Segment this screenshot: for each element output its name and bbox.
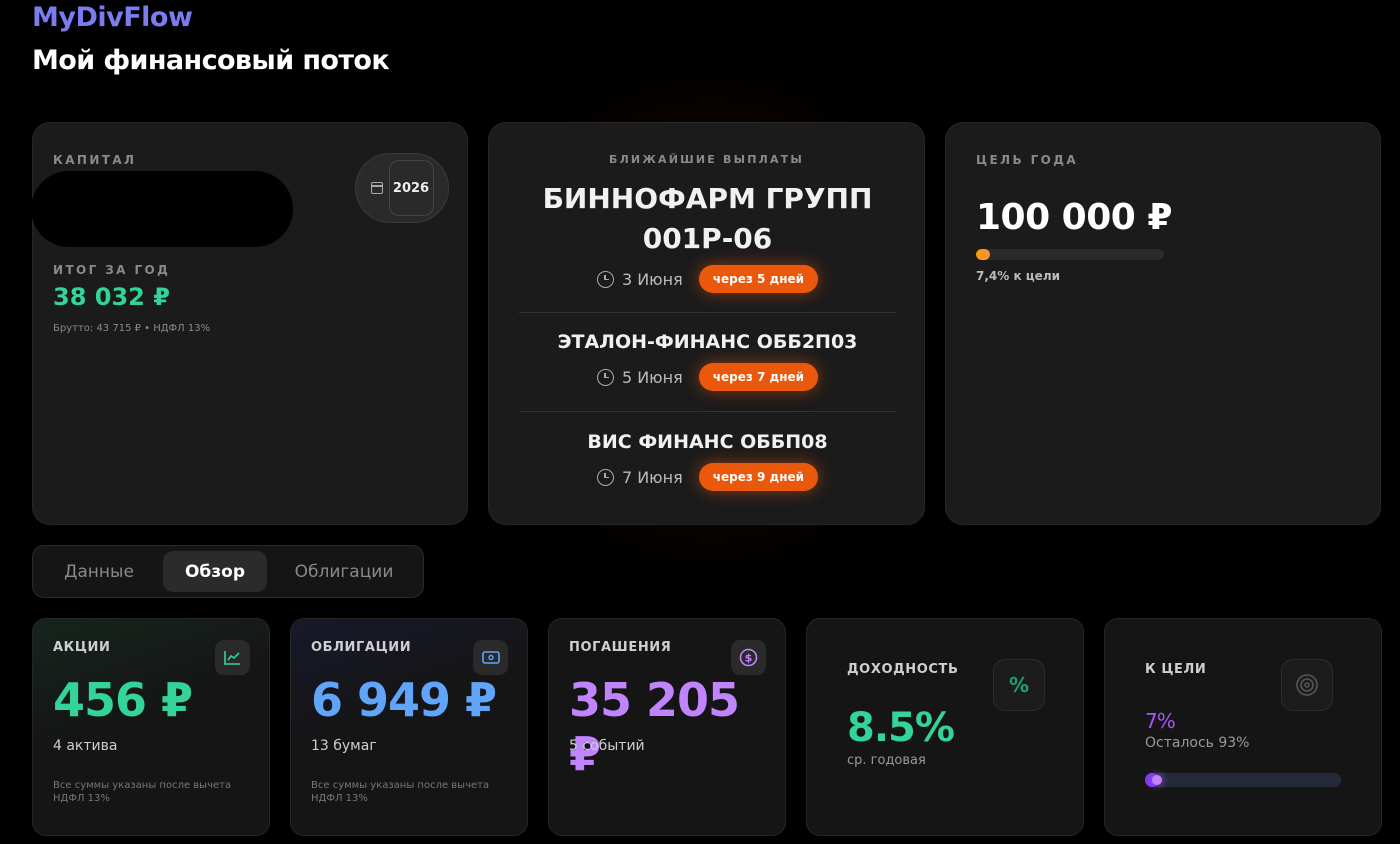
cash-icon [473, 640, 508, 675]
stat-value: 7% [1145, 709, 1176, 733]
stat-title: АКЦИИ [53, 640, 111, 655]
year-value: 2026 [388, 160, 434, 216]
page: MyDivFlow Мой финансовый поток КАПИТАЛ 2… [0, 0, 1400, 844]
year-sum-label: ИТОГ ЗА ГОД [53, 263, 171, 277]
payout-countdown-badge: через 5 дней [698, 265, 819, 293]
stat-title: К ЦЕЛИ [1145, 662, 1207, 677]
payout-date: 7 Июня [621, 467, 683, 487]
yield-stat-card: ДОХОДНОСТЬ % 8.5% ср. годовая [806, 618, 1084, 836]
stat-subtitle: ср. годовая [847, 753, 926, 768]
stat-title: ДОХОДНОСТЬ [847, 662, 959, 677]
payout-countdown-badge: через 7 дней [698, 363, 819, 391]
year-selector[interactable]: 2026 [355, 153, 449, 223]
percent-icon: % [993, 659, 1045, 711]
capital-value-redacted [31, 171, 293, 247]
stat-title: ОБЛИГАЦИИ [311, 640, 412, 655]
goal-progress-text: 7,4% к цели [976, 269, 1061, 283]
payout-name: ВИС ФИНАНС ОББП08 [587, 431, 828, 453]
stat-value: 35 205 ₽ [569, 673, 740, 781]
tab-overview[interactable]: Обзор [163, 551, 267, 592]
payout-item: ЭТАЛОН-ФИНАНС ОББ2П03 5 Июня через 7 дне… [519, 329, 896, 391]
payout-item: БИННОФАРМ ГРУПП 001Р-06 3 Июня через 5 д… [519, 179, 896, 293]
payout-countdown-badge: через 9 дней [698, 463, 819, 491]
tab-data[interactable]: Данные [37, 551, 161, 592]
goal-card: ЦЕЛЬ ГОДА 100 000 ₽ 7,4% к цели [945, 122, 1381, 525]
payout-name: БИННОФАРМ ГРУПП 001Р-06 [542, 182, 873, 255]
stat-note: Все суммы указаны после вычета НДФЛ 13% [53, 780, 232, 804]
stat-note: Все суммы указаны после вычета НДФЛ 13% [311, 780, 490, 804]
capital-label: КАПИТАЛ [53, 153, 137, 167]
goal-progress-fill [976, 249, 990, 260]
stat-value: 456 ₽ [53, 673, 193, 727]
svg-text:$: $ [745, 652, 753, 665]
divider [519, 411, 896, 412]
stat-subtitle: 5 событий [569, 738, 645, 754]
payouts-card: БЛИЖАЙШИЕ ВЫПЛАТЫ БИННОФАРМ ГРУПП 001Р-0… [488, 122, 925, 525]
to-goal-progress-bar [1145, 773, 1341, 787]
stat-title: ПОГАШЕНИЯ [569, 640, 672, 655]
clock-icon [596, 368, 614, 386]
payout-date: 3 Июня [621, 269, 683, 289]
stat-value: 8.5% [847, 705, 955, 751]
divider [519, 312, 896, 313]
goal-value: 100 000 ₽ [976, 197, 1172, 238]
redemptions-stat-card: ПОГАШЕНИЯ $ 35 205 ₽ 5 событий [548, 618, 786, 836]
target-icon [1281, 659, 1333, 711]
payouts-label: БЛИЖАЙШИЕ ВЫПЛАТЫ [609, 153, 804, 166]
to-goal-progress-knob [1151, 775, 1162, 785]
stat-value: 6 949 ₽ [311, 673, 497, 727]
page-title: Мой финансовый поток [32, 45, 390, 76]
clock-icon [596, 468, 614, 486]
to-goal-stat-card: К ЦЕЛИ 7% Осталось 93% [1104, 618, 1382, 836]
stat-subtitle: 13 бумаг [311, 738, 377, 754]
stat-subtitle: Осталось 93% [1145, 735, 1250, 751]
dollar-icon: $ [731, 640, 766, 675]
goal-label: ЦЕЛЬ ГОДА [976, 153, 1079, 167]
stocks-stat-card: АКЦИИ 456 ₽ 4 актива Все суммы указаны п… [32, 618, 270, 836]
year-sum-note: Брутто: 43 715 ₽ • НДФЛ 13% [53, 323, 211, 334]
chart-icon [215, 640, 250, 675]
payout-name: ЭТАЛОН-ФИНАНС ОББ2П03 [557, 331, 858, 353]
tab-bonds[interactable]: Облигации [273, 551, 415, 592]
year-sum-value: 38 032 ₽ [53, 283, 170, 311]
payout-item: ВИС ФИНАНС ОББП08 7 Июня через 9 дней [519, 429, 896, 491]
calendar-icon [370, 182, 383, 194]
goal-progress-bar [976, 249, 1164, 260]
clock-icon [596, 270, 614, 288]
capital-card: КАПИТАЛ 2026 ИТОГ ЗА ГОД 38 032 ₽ Брутто… [31, 122, 468, 525]
bonds-stat-card: ОБЛИГАЦИИ 6 949 ₽ 13 бумаг Все суммы ука… [290, 618, 528, 836]
app-title: MyDivFlow [32, 2, 193, 33]
view-tabs: Данные Обзор Облигации [32, 545, 424, 598]
stat-subtitle: 4 актива [53, 738, 118, 754]
payout-date: 5 Июня [621, 367, 683, 387]
